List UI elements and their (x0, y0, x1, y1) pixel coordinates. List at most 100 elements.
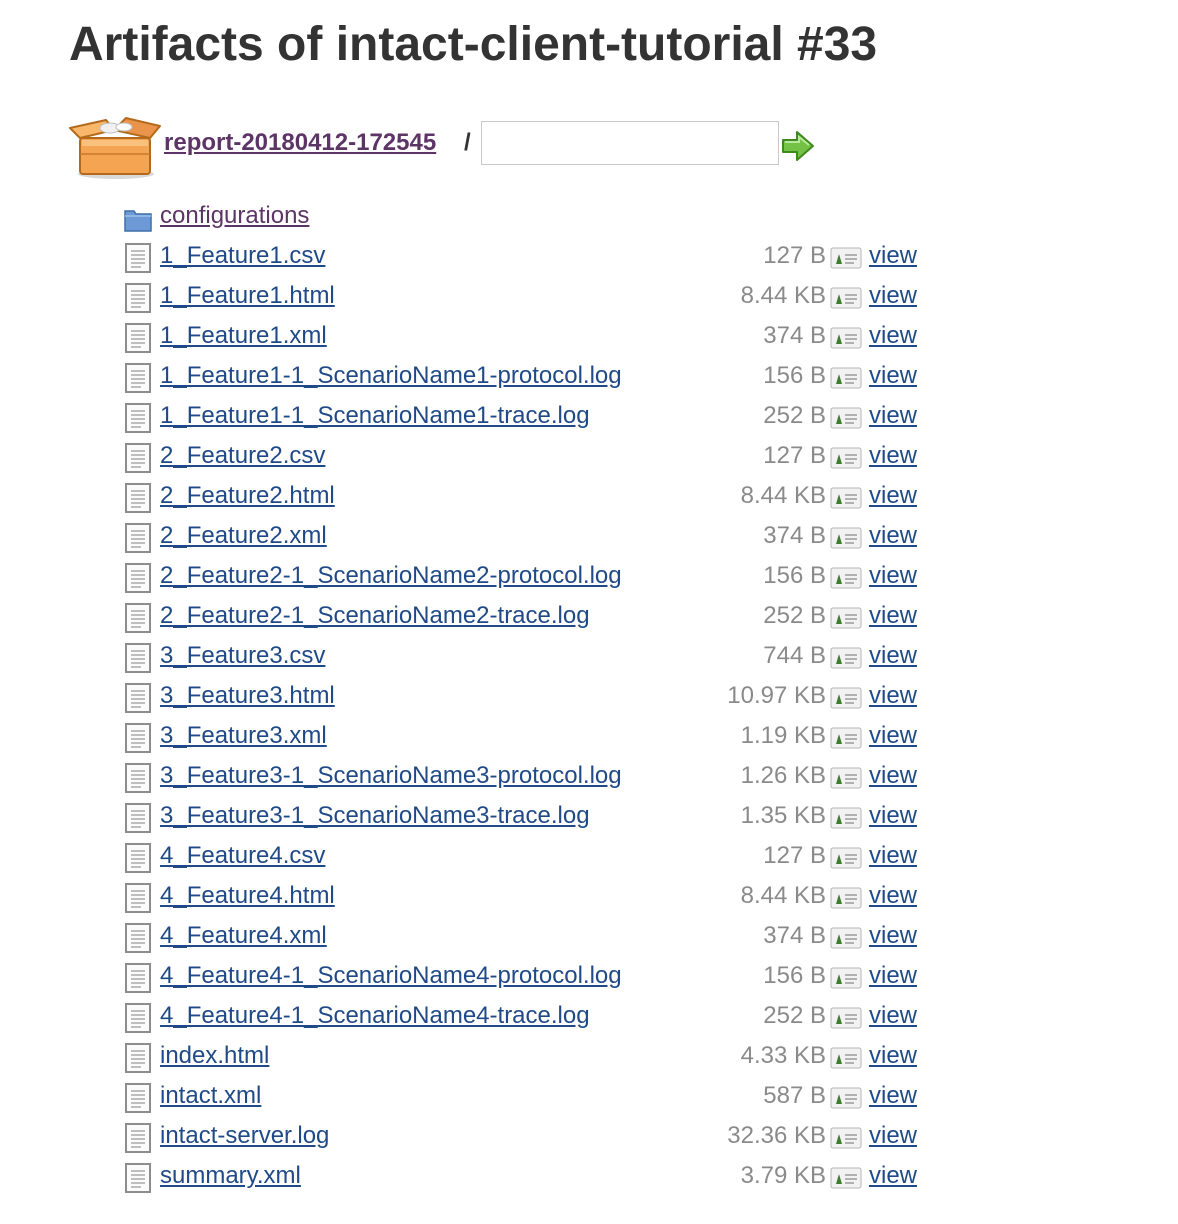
view-link[interactable]: view (869, 760, 917, 792)
file-link[interactable]: 3_Feature3-1_ScenarioName3-trace.log (160, 800, 590, 832)
file-size: 156 B (763, 962, 826, 989)
file-link[interactable]: 4_Feature4-1_ScenarioName4-trace.log (160, 1000, 590, 1032)
view-link[interactable]: view (869, 1080, 917, 1112)
fingerprint-view-icon[interactable] (830, 646, 862, 670)
view-link[interactable]: view (869, 280, 917, 312)
fingerprint-view-icon[interactable] (830, 526, 862, 550)
fingerprint-view-icon[interactable] (830, 486, 862, 510)
view-link[interactable]: view (869, 840, 917, 872)
view-link[interactable]: view (869, 920, 917, 952)
file-link[interactable]: 1_Feature1.html (160, 280, 335, 312)
file-link[interactable]: intact-server.log (160, 1120, 329, 1152)
view-link[interactable]: view (869, 480, 917, 512)
file-size: 374 B (763, 322, 826, 349)
view-link[interactable]: view (869, 720, 917, 752)
file-link[interactable]: index.html (160, 1040, 269, 1072)
fingerprint-view-icon[interactable] (830, 326, 862, 350)
file-link[interactable]: 1_Feature1-1_ScenarioName1-trace.log (160, 400, 590, 432)
fingerprint-view-icon[interactable] (830, 966, 862, 990)
file-link[interactable]: summary.xml (160, 1160, 301, 1192)
fingerprint-view-icon[interactable] (830, 1166, 862, 1190)
file-link[interactable]: 3_Feature3.html (160, 680, 335, 712)
text-file-icon (125, 443, 151, 473)
file-link[interactable]: 1_Feature1-1_ScenarioName1-protocol.log (160, 360, 622, 392)
text-file-icon (125, 1163, 151, 1193)
fingerprint-view-icon[interactable] (830, 766, 862, 790)
file-row: 1_Feature1-1_ScenarioName1-protocol.log … (0, 356, 1178, 396)
text-file-icon (125, 843, 151, 873)
fingerprint-view-icon[interactable] (830, 566, 862, 590)
fingerprint-view-icon[interactable] (830, 926, 862, 950)
file-size: 252 B (763, 602, 826, 629)
file-size: 1.35 KB (740, 802, 826, 829)
fingerprint-view-icon[interactable] (830, 606, 862, 630)
view-link[interactable]: view (869, 960, 917, 992)
view-link[interactable]: view (869, 640, 917, 672)
fingerprint-view-icon[interactable] (830, 1126, 862, 1150)
view-link[interactable]: view (869, 440, 917, 472)
fingerprint-view-icon[interactable] (830, 1006, 862, 1030)
view-link[interactable]: view (869, 800, 917, 832)
fingerprint-view-icon[interactable] (830, 246, 862, 270)
file-link[interactable]: 4_Feature4.csv (160, 840, 325, 872)
file-link[interactable]: 3_Feature3-1_ScenarioName3-protocol.log (160, 760, 622, 792)
view-link[interactable]: view (869, 880, 917, 912)
text-file-icon (125, 883, 151, 913)
view-link[interactable]: view (869, 1120, 917, 1152)
file-size: 156 B (763, 562, 826, 589)
file-size: 127 B (763, 442, 826, 469)
view-link[interactable]: view (869, 400, 917, 432)
file-row: 3_Feature3.csv 744 B view (0, 636, 1178, 676)
text-file-icon (125, 563, 151, 593)
view-link[interactable]: view (869, 1000, 917, 1032)
file-size: 8.44 KB (740, 282, 826, 309)
file-link[interactable]: 3_Feature3.xml (160, 720, 327, 752)
view-link[interactable]: view (869, 320, 917, 352)
view-link[interactable]: view (869, 600, 917, 632)
view-link[interactable]: view (869, 240, 917, 272)
fingerprint-view-icon[interactable] (830, 686, 862, 710)
file-link[interactable]: 1_Feature1.csv (160, 240, 325, 272)
go-arrow-icon[interactable] (780, 129, 816, 163)
fingerprint-view-icon[interactable] (830, 1086, 862, 1110)
file-link[interactable]: 2_Feature2.csv (160, 440, 325, 472)
view-link[interactable]: view (869, 520, 917, 552)
folder-link[interactable]: configurations (160, 200, 309, 232)
view-link[interactable]: view (869, 560, 917, 592)
fingerprint-view-icon[interactable] (830, 286, 862, 310)
file-link[interactable]: 1_Feature1.xml (160, 320, 327, 352)
fingerprint-view-icon[interactable] (830, 886, 862, 910)
view-link[interactable]: view (869, 1040, 917, 1072)
fingerprint-view-icon[interactable] (830, 806, 862, 830)
fingerprint-view-icon[interactable] (830, 726, 862, 750)
fingerprint-view-icon[interactable] (830, 366, 862, 390)
fingerprint-view-icon[interactable] (830, 1046, 862, 1070)
view-link[interactable]: view (869, 1160, 917, 1192)
file-size: 127 B (763, 242, 826, 269)
breadcrumb-root-link[interactable]: report-20180412-172545 (164, 128, 436, 158)
fingerprint-view-icon[interactable] (830, 846, 862, 870)
file-link[interactable]: intact.xml (160, 1080, 261, 1112)
fingerprint-view-icon[interactable] (830, 406, 862, 430)
view-link[interactable]: view (869, 680, 917, 712)
file-link[interactable]: 2_Feature2-1_ScenarioName2-trace.log (160, 600, 590, 632)
text-file-icon (125, 763, 151, 793)
text-file-icon (125, 603, 151, 633)
file-size: 156 B (763, 362, 826, 389)
file-link[interactable]: 3_Feature3.csv (160, 640, 325, 672)
file-link[interactable]: 4_Feature4.html (160, 880, 335, 912)
file-row: summary.xml 3.79 KB view (0, 1156, 1178, 1196)
path-input[interactable] (481, 121, 779, 165)
file-link[interactable]: 4_Feature4.xml (160, 920, 327, 952)
view-link[interactable]: view (869, 360, 917, 392)
file-link[interactable]: 4_Feature4-1_ScenarioName4-protocol.log (160, 960, 622, 992)
file-link[interactable]: 2_Feature2.xml (160, 520, 327, 552)
file-link[interactable]: 2_Feature2-1_ScenarioName2-protocol.log (160, 560, 622, 592)
file-size: 127 B (763, 842, 826, 869)
file-link[interactable]: 2_Feature2.html (160, 480, 335, 512)
folder-icon (124, 210, 152, 232)
fingerprint-view-icon[interactable] (830, 446, 862, 470)
file-row: 1_Feature1.html 8.44 KB view (0, 276, 1178, 316)
text-file-icon (125, 483, 151, 513)
breadcrumb-separator: / (464, 129, 471, 156)
